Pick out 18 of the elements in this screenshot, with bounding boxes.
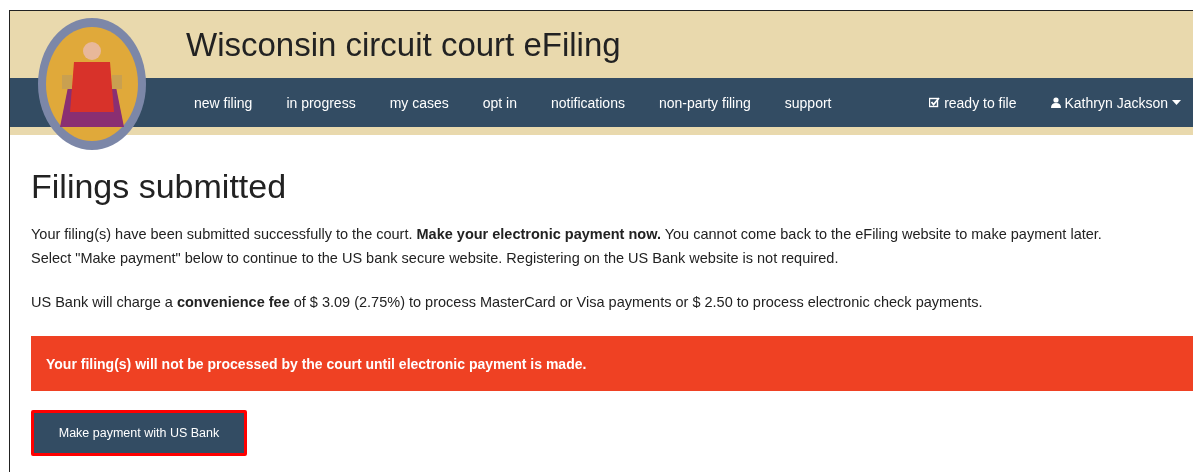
nav-link[interactable]: opt in [482, 94, 517, 111]
alert-banner: Your filing(s) will not be processed by the court until electronic payment is made. [31, 336, 1193, 391]
paragraph: Your filing(s) have been submitted successfully to the court. Make your electronic payment now. You cannot come back to the eFiling website to make payment later. Select "Make payment" below to continue to the US bank secure website. Registering on the US Bank website is not required. [31, 225, 1103, 268]
nav-link[interactable]: non-party filing [658, 94, 751, 111]
page-heading: Filings submitted [31, 167, 288, 206]
payment-button[interactable]: Make payment with US Bank [31, 410, 247, 456]
caret-icon [1172, 100, 1181, 105]
user-icon [1050, 97, 1061, 108]
checkbox-check-icon [929, 97, 941, 108]
paragraph: US Bank will charge a convenience fee of $ 3.09 (2.75%) to process MasterCard or Visa payments or $ 2.50 to process electronic check payments. [31, 293, 984, 312]
user-menu[interactable]: Kathryn Jackson [1050, 94, 1181, 111]
nav-link[interactable]: support [784, 94, 832, 111]
site-title: Wisconsin circuit court eFiling [186, 25, 621, 64]
nav-link[interactable]: ready to file [929, 94, 1017, 111]
nav-link[interactable]: my cases [389, 94, 449, 111]
nav-link[interactable]: in progress [286, 94, 356, 111]
nav-link[interactable]: new filing [194, 94, 253, 111]
nav-link[interactable]: notifications [551, 94, 625, 111]
